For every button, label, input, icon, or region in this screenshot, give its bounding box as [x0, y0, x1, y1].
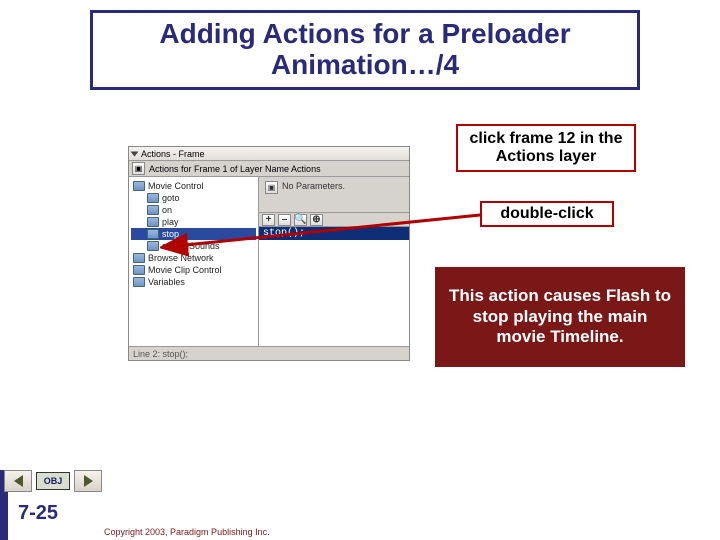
tree-action[interactable]: on	[131, 204, 256, 216]
tree-label: stopAllSounds	[162, 241, 220, 251]
add-action-button[interactable]: +	[262, 214, 275, 226]
tree-label: play	[162, 217, 179, 227]
info-box: This action causes Flash to stop playing…	[435, 267, 685, 367]
script-pane: ▣ No Parameters. + – 🔍 ⊕ stop();	[259, 177, 409, 346]
book-icon	[133, 181, 145, 191]
parameters-text: No Parameters.	[282, 181, 345, 191]
tree-category[interactable]: Browse Network	[131, 252, 256, 264]
tree-category[interactable]: Movie Control	[131, 180, 256, 192]
tree-label: on	[162, 205, 172, 215]
actions-tree[interactable]: Movie Control goto on play stop stopAllS…	[129, 177, 259, 346]
disclosure-icon	[131, 151, 139, 156]
tree-action[interactable]: goto	[131, 192, 256, 204]
book-icon	[147, 241, 159, 251]
book-icon	[133, 253, 145, 263]
param-icon: ▣	[265, 181, 278, 194]
panel-subtitle: Actions for Frame 1 of Layer Name Action…	[149, 164, 321, 174]
page-number: 7-25	[18, 502, 58, 525]
panel-subtitle-row: ▣ Actions for Frame 1 of Layer Name Acti…	[129, 161, 409, 177]
book-icon	[133, 265, 145, 275]
tree-action-selected[interactable]: stop	[131, 228, 256, 240]
book-icon	[147, 229, 159, 239]
remove-action-button[interactable]: –	[278, 214, 291, 226]
tree-label: Movie Clip Control	[148, 265, 222, 275]
parameters-area: ▣ No Parameters.	[259, 177, 409, 213]
book-icon	[147, 217, 159, 227]
actions-panel: Actions - Frame ▣ Actions for Frame 1 of…	[128, 146, 410, 361]
next-button[interactable]	[74, 470, 102, 492]
tree-category[interactable]: Variables	[131, 276, 256, 288]
callout-click-frame: click frame 12 in the Actions layer	[456, 124, 636, 172]
tree-label: Movie Control	[148, 181, 204, 191]
target-icon[interactable]: ⊕	[310, 214, 323, 226]
tree-label: Variables	[148, 277, 185, 287]
find-icon[interactable]: 🔍	[294, 214, 307, 226]
panel-status: Line 2: stop();	[129, 346, 409, 360]
tree-label: goto	[162, 193, 180, 203]
book-icon	[147, 205, 159, 215]
copyright: Copyright 2003, Paradigm Publishing Inc.	[104, 527, 270, 537]
script-toolbar: + – 🔍 ⊕	[259, 213, 409, 227]
tree-action[interactable]: stopAllSounds	[131, 240, 256, 252]
tree-label: Browse Network	[148, 253, 214, 263]
nav-controls: OBJ	[4, 470, 102, 492]
panel-title: Actions - Frame	[141, 149, 205, 159]
tree-category[interactable]: Movie Clip Control	[131, 264, 256, 276]
script-editor[interactable]: stop();	[259, 227, 409, 346]
prev-button[interactable]	[4, 470, 32, 492]
book-icon	[133, 277, 145, 287]
slide-title: Adding Actions for a Preloader Animation…	[90, 10, 640, 90]
script-mode-icon[interactable]: ▣	[132, 162, 145, 175]
triangle-right-icon	[84, 475, 93, 487]
panel-titlebar: Actions - Frame	[129, 147, 409, 161]
callout-double-click: double-click	[480, 201, 614, 227]
tree-label: stop	[162, 229, 179, 239]
book-icon	[147, 193, 159, 203]
triangle-left-icon	[14, 475, 23, 487]
tree-action[interactable]: play	[131, 216, 256, 228]
script-line: stop();	[259, 227, 409, 240]
obj-chip[interactable]: OBJ	[36, 472, 70, 490]
